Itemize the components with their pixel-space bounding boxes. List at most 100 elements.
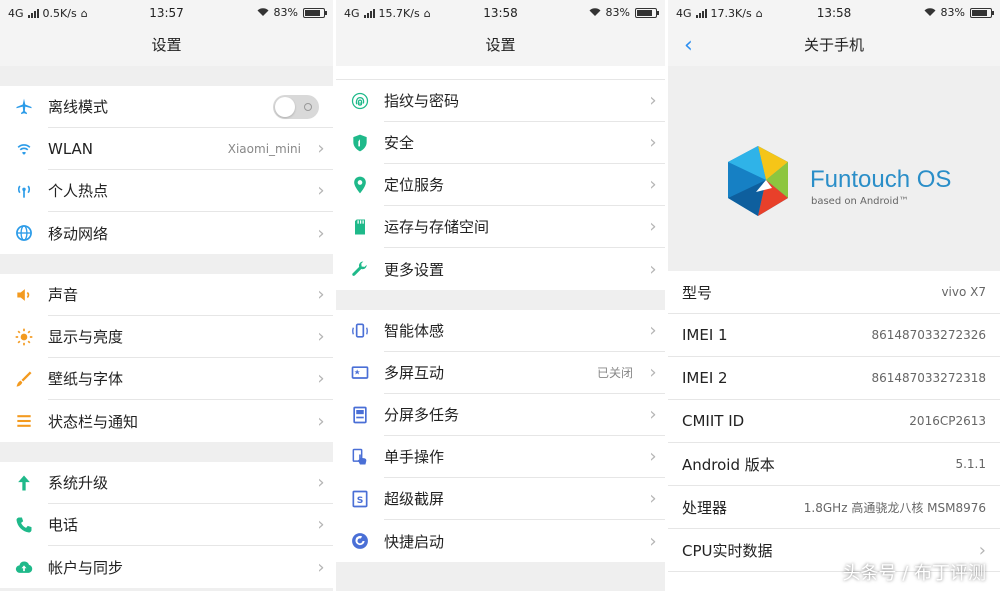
settings-panel-2: 4G 15.7K/s ⌂ 13:58 83% 设置 指纹与密码 › 安全 › 定位服务 ›… bbox=[336, 0, 665, 591]
settings-item-value: Xiaomi_mini bbox=[227, 141, 301, 156]
settings-item-globe[interactable]: 移动网络 › bbox=[0, 212, 333, 254]
battery-percent: 83% bbox=[940, 6, 965, 19]
settings-item-label: 壁纸与字体 bbox=[48, 370, 124, 388]
settings-item-airplane[interactable]: 离线模式 bbox=[0, 86, 333, 128]
funtouch-logo-icon bbox=[728, 146, 788, 216]
settings-group: 智能体感 › 多屏互动 已关闭 › 分屏多任务 › 单手操作 › S 超级截屏 › 快捷启动 › bbox=[336, 310, 665, 562]
about-row: Android 版本 5.1.1 bbox=[668, 443, 1000, 486]
settings-item-label: 分屏多任务 bbox=[384, 406, 460, 424]
chevron-right-icon: › bbox=[317, 368, 325, 389]
chevron-right-icon: › bbox=[649, 362, 657, 383]
settings-item-label: 状态栏与通知 bbox=[48, 412, 139, 431]
chevron-right-icon: › bbox=[317, 222, 325, 244]
motion-icon bbox=[336, 321, 384, 341]
settings-item-speaker[interactable]: 声音 › bbox=[0, 274, 333, 316]
settings-item-cloud[interactable]: 帐户与同步 › bbox=[0, 546, 333, 588]
about-row: IMEI 1 861487033272326 bbox=[668, 314, 1000, 357]
about-row-key: CPU实时数据 bbox=[682, 541, 773, 560]
hotspot-icon bbox=[0, 181, 48, 201]
settings-item-fingerprint[interactable]: 指纹与密码 › bbox=[336, 80, 665, 122]
about-row-key: Android 版本 bbox=[682, 455, 775, 474]
settings-item-hotspot[interactable]: 个人热点 › bbox=[0, 170, 333, 212]
battery-percent: 83% bbox=[273, 6, 298, 19]
about-row-key: IMEI 1 bbox=[682, 326, 728, 344]
airplane-mode-toggle[interactable] bbox=[273, 94, 319, 119]
chevron-right-icon: › bbox=[317, 410, 325, 432]
airplane-icon bbox=[0, 97, 48, 117]
settings-item-quicklaunch[interactable]: 快捷启动 › bbox=[336, 520, 665, 562]
settings-item-label: 个人热点 bbox=[48, 182, 109, 200]
group-separator bbox=[0, 442, 333, 462]
wifi-icon bbox=[0, 139, 48, 159]
page-title-text: 关于手机 bbox=[803, 36, 864, 54]
settings-item-screen[interactable]: 多屏互动 已关闭 › bbox=[336, 352, 665, 394]
about-row-value: 861487033272326 bbox=[871, 328, 986, 342]
settings-item-value: 已关闭 bbox=[596, 366, 633, 380]
chevron-right-icon: › bbox=[317, 514, 325, 535]
about-row: IMEI 2 861487033272318 bbox=[668, 357, 1000, 400]
status-bar: 4G 0.5K/s ⌂ 13:57 83% bbox=[0, 0, 333, 28]
settings-item-label: WLAN bbox=[48, 139, 94, 158]
settings-item-wrench[interactable]: 更多设置 › bbox=[336, 248, 665, 290]
about-row: 处理器 1.8GHz 高通骁龙八核 MSM8976 bbox=[668, 486, 1000, 529]
chevron-right-icon: › bbox=[649, 132, 657, 153]
back-button[interactable]: ‹ bbox=[684, 33, 693, 59]
about-row: CMIIT ID 2016CP2613 bbox=[668, 400, 1000, 443]
settings-panel-1: 4G 0.5K/s ⌂ 13:57 83% 设置 离线模式 WLAN Xiaomi_… bbox=[0, 0, 333, 591]
settings-item-label: 快捷启动 bbox=[384, 532, 445, 551]
settings-item-location[interactable]: 定位服务 › bbox=[336, 164, 665, 206]
settings-item-label: 系统升级 bbox=[48, 474, 109, 492]
wifi-status-icon bbox=[257, 8, 269, 16]
settings-item-arrow-up[interactable]: 系统升级 › bbox=[0, 462, 333, 504]
location-icon bbox=[336, 175, 384, 195]
settings-group: 离线模式 WLAN Xiaomi_mini › 个人热点 › 移动网络 › bbox=[0, 86, 333, 254]
settings-item-label: 显示与亮度 bbox=[48, 328, 124, 346]
settings-item-label: 运存与存储空间 bbox=[384, 218, 490, 236]
settings-item-list[interactable]: 状态栏与通知 › bbox=[0, 400, 333, 442]
page-title: 设置 bbox=[0, 28, 333, 66]
settings-item-split[interactable]: 分屏多任务 › bbox=[336, 394, 665, 436]
settings-item-motion[interactable]: 智能体感 › bbox=[336, 310, 665, 352]
settings-item-sun[interactable]: 显示与亮度 › bbox=[0, 316, 333, 358]
settings-item-screenshot[interactable]: S 超级截屏 › bbox=[336, 478, 665, 520]
group-separator bbox=[0, 66, 333, 86]
quicklaunch-icon bbox=[336, 531, 384, 551]
settings-item-label: 指纹与密码 bbox=[384, 92, 460, 110]
status-bar: 4G 17.3K/s ⌂ 13:58 83% bbox=[668, 0, 1000, 28]
battery-icon bbox=[303, 7, 327, 18]
chevron-right-icon: › bbox=[649, 404, 657, 425]
group-separator bbox=[0, 254, 333, 274]
chevron-right-icon: › bbox=[649, 320, 657, 341]
settings-item-label: 超级截屏 bbox=[384, 490, 445, 508]
settings-item-shield[interactable]: 安全 › bbox=[336, 122, 665, 164]
brush-icon bbox=[0, 369, 48, 389]
wifi-status-icon bbox=[924, 8, 936, 16]
chevron-right-icon: › bbox=[649, 488, 657, 509]
chevron-right-icon: › bbox=[649, 216, 657, 237]
page-title: ‹ 关于手机 bbox=[668, 28, 1000, 66]
globe-icon bbox=[0, 223, 48, 243]
svg-text:S: S bbox=[357, 495, 364, 506]
about-row-key: IMEI 2 bbox=[682, 369, 728, 387]
settings-item-brush[interactable]: 壁纸与字体 › bbox=[0, 358, 333, 400]
arrow-up-icon bbox=[0, 473, 48, 493]
split-icon bbox=[336, 405, 384, 425]
settings-item-label: 单手操作 bbox=[384, 448, 445, 466]
about-list: 型号 vivo X7 IMEI 1 861487033272326 IMEI 2 8614… bbox=[668, 271, 1000, 572]
group-separator bbox=[336, 290, 665, 310]
screenshot-icon: S bbox=[336, 489, 384, 509]
settings-item-sdcard[interactable]: 运存与存储空间 › bbox=[336, 206, 665, 248]
settings-item-phone[interactable]: 电话 › bbox=[0, 504, 333, 546]
chevron-right-icon: › bbox=[317, 284, 325, 305]
settings-item-wifi[interactable]: WLAN Xiaomi_mini › bbox=[0, 128, 333, 170]
about-row: 型号 vivo X7 bbox=[668, 271, 1000, 314]
settings-item-label: 定位服务 bbox=[384, 176, 445, 194]
chevron-right-icon: › bbox=[317, 138, 325, 159]
settings-group: 指纹与密码 › 安全 › 定位服务 › 运存与存储空间 › 更多设置 › bbox=[336, 80, 665, 290]
settings-item-label: 更多设置 bbox=[384, 260, 445, 279]
chevron-right-icon: › bbox=[317, 556, 325, 578]
settings-item-hand[interactable]: 单手操作 › bbox=[336, 436, 665, 478]
battery-icon bbox=[970, 7, 994, 18]
chevron-right-icon: › bbox=[649, 258, 657, 280]
chevron-right-icon: › bbox=[317, 472, 325, 493]
